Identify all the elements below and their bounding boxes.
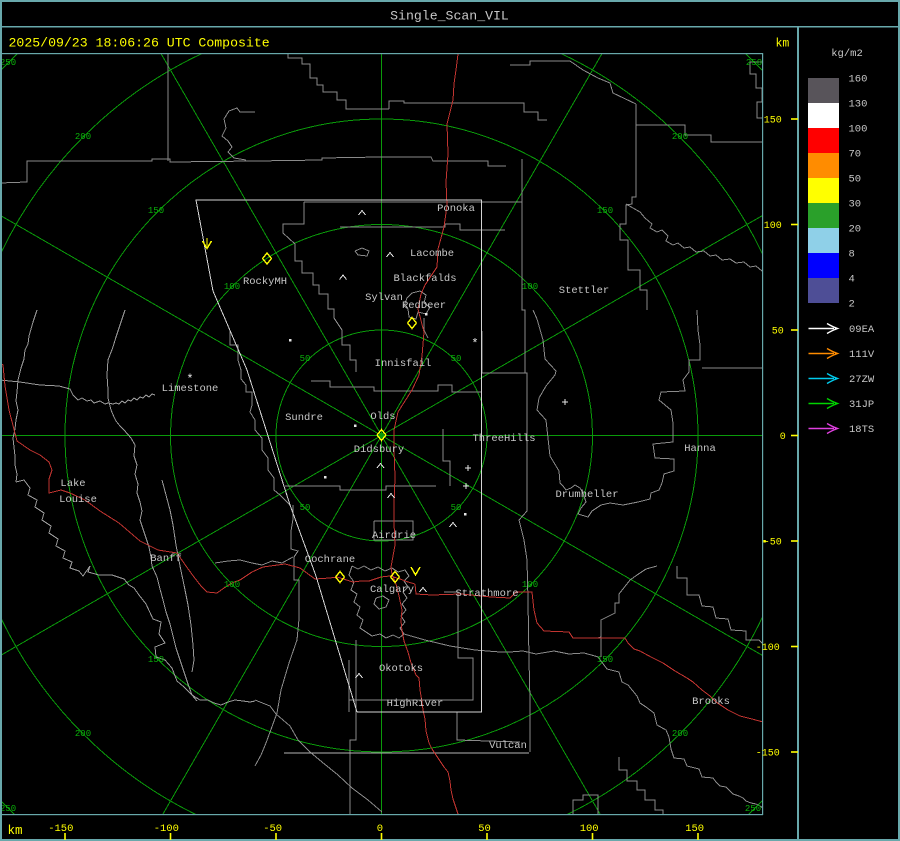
svg-text:50: 50 — [772, 327, 784, 338]
svg-text:-100: -100 — [756, 643, 780, 654]
svg-text:100: 100 — [580, 823, 599, 835]
svg-text:Hanna: Hanna — [684, 443, 716, 455]
svg-text:RockyMH: RockyMH — [243, 276, 287, 288]
svg-text:Vulcan: Vulcan — [489, 740, 527, 752]
svg-text:-100: -100 — [154, 823, 179, 835]
svg-text:250: 250 — [0, 58, 16, 68]
svg-text:Calgary: Calgary — [370, 584, 414, 596]
svg-text:200: 200 — [75, 729, 91, 739]
svg-text:ThreeHills: ThreeHills — [472, 433, 535, 445]
svg-text:150: 150 — [597, 655, 613, 665]
svg-text:Banff: Banff — [150, 553, 182, 565]
svg-text:km: km — [8, 824, 23, 838]
svg-text:Strathmore: Strathmore — [455, 588, 518, 600]
svg-text:100: 100 — [522, 580, 538, 590]
svg-text:Okotoks: Okotoks — [379, 663, 423, 675]
svg-text:*: * — [186, 373, 193, 387]
svg-text:50: 50 — [451, 503, 462, 513]
svg-text:Lake: Lake — [60, 478, 85, 490]
svg-text:250: 250 — [745, 804, 761, 814]
svg-text:2: 2 — [849, 299, 855, 311]
svg-text:130: 130 — [849, 99, 868, 111]
svg-text:50: 50 — [478, 823, 491, 835]
svg-text:50: 50 — [849, 174, 862, 186]
svg-text:Olds: Olds — [370, 411, 395, 423]
svg-text:09EA: 09EA — [849, 324, 875, 336]
svg-text:Brooks: Brooks — [692, 696, 730, 708]
svg-text:70: 70 — [849, 149, 862, 161]
svg-text:160: 160 — [849, 74, 868, 86]
svg-text:HighRiver: HighRiver — [387, 698, 444, 710]
svg-text:50: 50 — [300, 354, 311, 364]
svg-text:km: km — [776, 38, 790, 51]
svg-text:8: 8 — [849, 249, 855, 261]
svg-text:111V: 111V — [849, 349, 875, 361]
svg-text:150: 150 — [764, 116, 782, 127]
svg-text:250: 250 — [0, 804, 16, 814]
svg-text:Louise: Louise — [59, 494, 97, 506]
svg-text:100: 100 — [224, 580, 240, 590]
svg-text:100: 100 — [764, 221, 782, 232]
svg-text:RedDeer: RedDeer — [402, 300, 446, 312]
svg-text:200: 200 — [672, 132, 688, 142]
svg-text:Sundre: Sundre — [285, 412, 323, 424]
svg-text:kg/m2: kg/m2 — [831, 48, 863, 60]
svg-text:-50: -50 — [764, 538, 782, 549]
svg-text:Cochrane: Cochrane — [305, 554, 355, 566]
svg-text:-50: -50 — [263, 823, 282, 835]
svg-text:Stettler: Stettler — [559, 285, 609, 297]
svg-text:30: 30 — [849, 199, 862, 211]
svg-text:150: 150 — [148, 206, 164, 216]
svg-text:Sylvan: Sylvan — [365, 292, 403, 304]
svg-text:50: 50 — [451, 354, 462, 364]
svg-text:50: 50 — [300, 503, 311, 513]
svg-text:Airdrie: Airdrie — [372, 530, 416, 542]
svg-text:-150: -150 — [48, 823, 73, 835]
svg-text:*: * — [471, 337, 478, 351]
svg-text:Didsbury: Didsbury — [354, 444, 404, 456]
svg-text:2025/09/23 18:06:26 UTC Compos: 2025/09/23 18:06:26 UTC Composite — [9, 36, 270, 51]
svg-text:100: 100 — [849, 124, 868, 136]
svg-text:27ZW: 27ZW — [849, 374, 875, 386]
svg-text:100: 100 — [224, 282, 240, 292]
svg-text:250: 250 — [746, 58, 762, 68]
svg-text:18TS: 18TS — [849, 424, 874, 436]
svg-text:-150: -150 — [756, 749, 780, 760]
svg-text:Blackfalds: Blackfalds — [393, 273, 456, 285]
svg-text:0: 0 — [780, 432, 786, 443]
svg-text:4: 4 — [849, 274, 855, 286]
svg-text:Innisfail: Innisfail — [375, 358, 432, 370]
svg-text:Drumheller: Drumheller — [555, 489, 618, 501]
svg-text:200: 200 — [672, 729, 688, 739]
svg-text:100: 100 — [522, 282, 538, 292]
svg-text:31JP: 31JP — [849, 399, 874, 411]
svg-text:Single_Scan_VIL: Single_Scan_VIL — [390, 9, 509, 24]
svg-text:Lacombe: Lacombe — [410, 248, 454, 260]
svg-text:150: 150 — [685, 823, 704, 835]
svg-text:150: 150 — [597, 206, 613, 216]
svg-text:Ponoka: Ponoka — [437, 203, 475, 215]
svg-text:150: 150 — [148, 655, 164, 665]
svg-text:20: 20 — [849, 224, 862, 236]
svg-text:200: 200 — [75, 132, 91, 142]
